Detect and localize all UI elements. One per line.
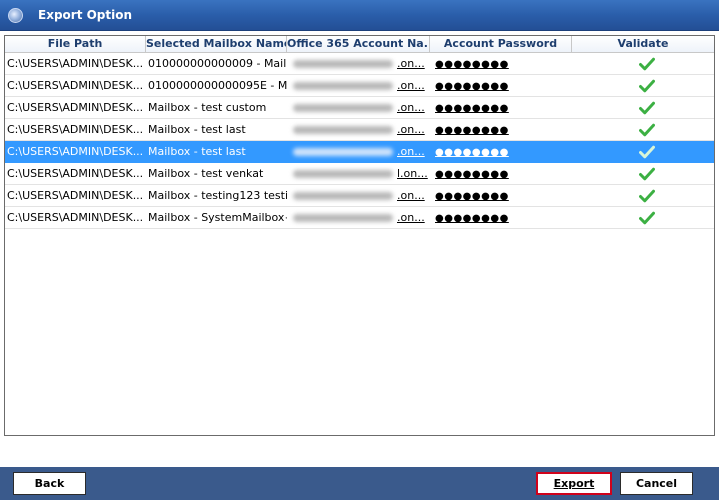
- account-domain-suffix: .on...: [397, 79, 425, 92]
- file-path-cell: C:\USERS\ADMIN\DESK...: [7, 57, 144, 70]
- account-name-cell[interactable]: .on...: [287, 141, 430, 162]
- account-domain-suffix: .on...: [397, 211, 425, 224]
- column-header-account-name[interactable]: Office 365 Account Na...: [287, 36, 430, 52]
- account-domain-suffix: .on...: [397, 57, 425, 70]
- redacted-account-text: [293, 192, 393, 200]
- redacted-account-text: [293, 170, 393, 178]
- grid-header: File Path Selected Mailbox Name Office 3…: [5, 36, 714, 53]
- validate-cell: [572, 207, 714, 228]
- app-globe-icon: [8, 8, 23, 23]
- validate-cell: [572, 97, 714, 118]
- password-cell[interactable]: ●●●●●●●●: [430, 75, 572, 96]
- validate-cell: [572, 119, 714, 140]
- column-header-mailbox-name[interactable]: Selected Mailbox Name: [146, 36, 287, 52]
- redacted-account-text: [293, 214, 393, 222]
- account-name-cell[interactable]: .on...: [287, 53, 430, 74]
- table-row[interactable]: C:\USERS\ADMIN\DESK... 010000000000009 - …: [5, 53, 714, 75]
- redacted-account-text: [293, 148, 393, 156]
- password-cell[interactable]: ●●●●●●●●: [430, 97, 572, 118]
- password-cell[interactable]: ●●●●●●●●: [430, 163, 572, 184]
- account-name-cell[interactable]: .on...: [287, 97, 430, 118]
- mailbox-name-cell: Mailbox - test last: [148, 123, 246, 136]
- account-name-cell[interactable]: .on...: [287, 207, 430, 228]
- mailbox-name-cell: Mailbox - SystemMailbox{8...: [148, 211, 287, 224]
- validate-cell: [572, 141, 714, 162]
- account-name-cell[interactable]: .on...: [287, 75, 430, 96]
- masked-password: ●●●●●●●●: [435, 103, 509, 114]
- title-bar: Export Option: [0, 0, 719, 31]
- password-cell[interactable]: ●●●●●●●●: [430, 119, 572, 140]
- check-icon: [639, 101, 655, 115]
- mailbox-name-cell: Mailbox - test last: [148, 145, 246, 158]
- mailbox-name-cell: 0100000000000095E - Mail...: [148, 79, 287, 92]
- column-header-password[interactable]: Account Password: [430, 36, 572, 52]
- file-path-cell: C:\USERS\ADMIN\DESK...: [7, 189, 144, 202]
- validate-cell: [572, 163, 714, 184]
- mailbox-name-cell: 010000000000009 - Mail...: [148, 57, 287, 70]
- masked-password: ●●●●●●●●: [435, 125, 509, 136]
- mailbox-name-cell: Mailbox - testing123 testin...: [148, 189, 287, 202]
- password-cell[interactable]: ●●●●●●●●: [430, 53, 572, 74]
- account-domain-suffix: .on...: [397, 101, 425, 114]
- export-grid[interactable]: File Path Selected Mailbox Name Office 3…: [4, 35, 715, 436]
- cancel-button[interactable]: Cancel: [620, 472, 693, 495]
- account-domain-suffix: .on...: [397, 123, 425, 136]
- table-row[interactable]: C:\USERS\ADMIN\DESK... Mailbox - test las…: [5, 141, 714, 163]
- table-row[interactable]: C:\USERS\ADMIN\DESK... Mailbox - test las…: [5, 119, 714, 141]
- file-path-cell: C:\USERS\ADMIN\DESK...: [7, 79, 144, 92]
- validate-cell: [572, 53, 714, 74]
- column-header-file-path[interactable]: File Path: [5, 36, 146, 52]
- masked-password: ●●●●●●●●: [435, 147, 509, 158]
- grid-body: C:\USERS\ADMIN\DESK... 010000000000009 - …: [5, 53, 714, 229]
- redacted-account-text: [293, 60, 393, 68]
- masked-password: ●●●●●●●●: [435, 191, 509, 202]
- check-icon: [639, 57, 655, 71]
- file-path-cell: C:\USERS\ADMIN\DESK...: [7, 167, 144, 180]
- table-row[interactable]: C:\USERS\ADMIN\DESK... Mailbox - SystemMa…: [5, 207, 714, 229]
- masked-password: ●●●●●●●●: [435, 213, 509, 224]
- password-cell[interactable]: ●●●●●●●●: [430, 207, 572, 228]
- account-domain-suffix: l.on...: [397, 167, 428, 180]
- check-icon: [639, 123, 655, 137]
- export-button-label: Export: [553, 477, 595, 490]
- account-name-cell[interactable]: .on...: [287, 119, 430, 140]
- validate-cell: [572, 185, 714, 206]
- masked-password: ●●●●●●●●: [435, 59, 509, 70]
- check-icon: [639, 189, 655, 203]
- password-cell[interactable]: ●●●●●●●●: [430, 185, 572, 206]
- mailbox-name-cell: Mailbox - test custom: [148, 101, 267, 114]
- window-title: Export Option: [38, 8, 133, 22]
- export-button[interactable]: Export: [536, 472, 612, 495]
- file-path-cell: C:\USERS\ADMIN\DESK...: [7, 123, 144, 136]
- table-row[interactable]: C:\USERS\ADMIN\DESK... Mailbox - test ven…: [5, 163, 714, 185]
- check-icon: [639, 79, 655, 93]
- table-row[interactable]: C:\USERS\ADMIN\DESK... 0100000000000095E …: [5, 75, 714, 97]
- check-icon: [639, 211, 655, 225]
- footer-bar: Back Export Cancel: [0, 467, 719, 500]
- table-row[interactable]: C:\USERS\ADMIN\DESK... Mailbox - testing1…: [5, 185, 714, 207]
- masked-password: ●●●●●●●●: [435, 81, 509, 92]
- mailbox-name-cell: Mailbox - test venkat: [148, 167, 264, 180]
- check-icon: [639, 167, 655, 181]
- back-button[interactable]: Back: [13, 472, 86, 495]
- file-path-cell: C:\USERS\ADMIN\DESK...: [7, 211, 144, 224]
- password-cell[interactable]: ●●●●●●●●: [430, 141, 572, 162]
- check-icon: [639, 145, 655, 159]
- redacted-account-text: [293, 104, 393, 112]
- column-header-validate[interactable]: Validate: [572, 36, 714, 52]
- masked-password: ●●●●●●●●: [435, 169, 509, 180]
- validate-cell: [572, 75, 714, 96]
- table-row[interactable]: C:\USERS\ADMIN\DESK... Mailbox - test cus…: [5, 97, 714, 119]
- account-domain-suffix: .on...: [397, 145, 425, 158]
- redacted-account-text: [293, 82, 393, 90]
- account-name-cell[interactable]: l.on...: [287, 163, 430, 184]
- account-domain-suffix: .on...: [397, 189, 425, 202]
- redacted-account-text: [293, 126, 393, 134]
- file-path-cell: C:\USERS\ADMIN\DESK...: [7, 145, 144, 158]
- file-path-cell: C:\USERS\ADMIN\DESK...: [7, 101, 144, 114]
- account-name-cell[interactable]: .on...: [287, 185, 430, 206]
